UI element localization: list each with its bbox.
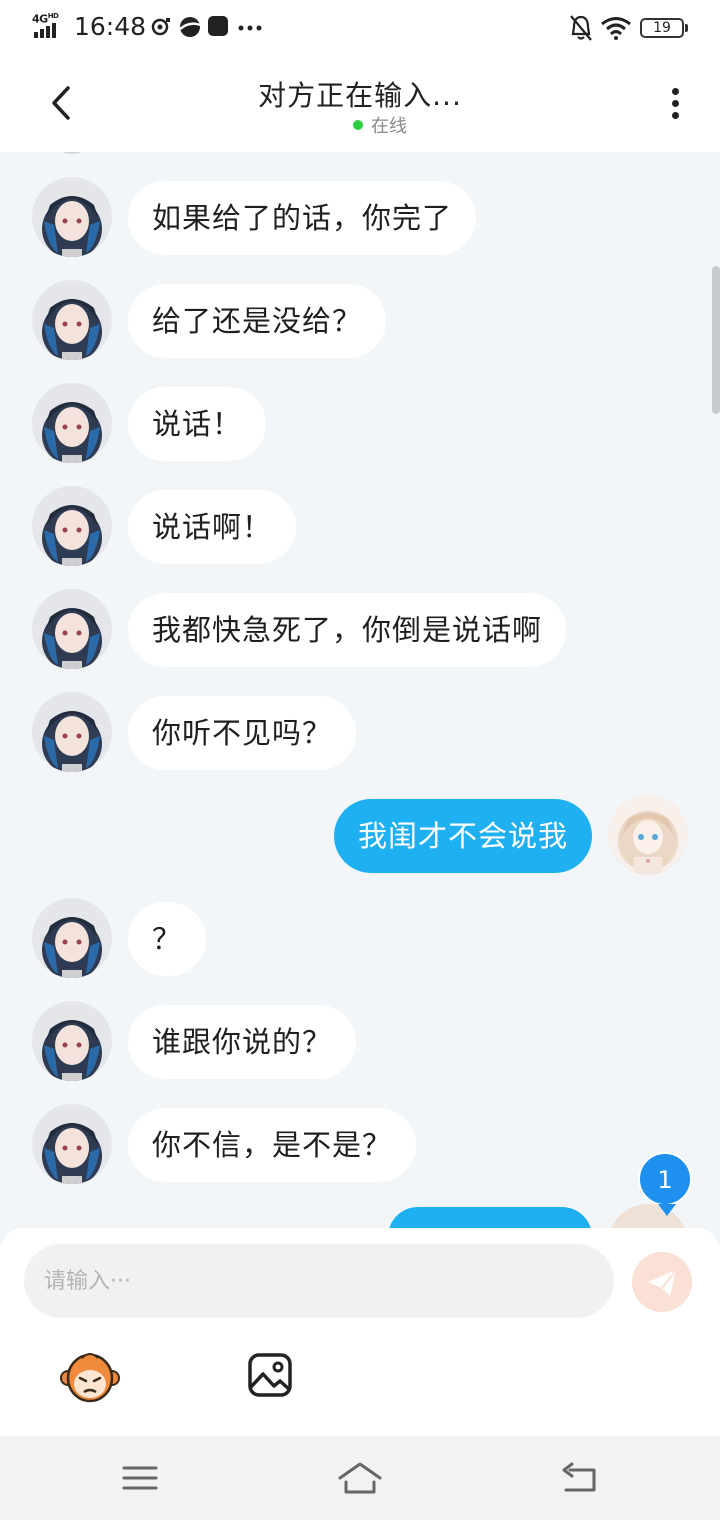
battery-icon: 19: [640, 18, 688, 38]
back-icon[interactable]: [558, 1458, 602, 1498]
contact-avatar[interactable]: [32, 177, 112, 257]
message-row: 谁跟你说的？: [0, 1001, 720, 1081]
message-row: 说话！: [0, 383, 720, 463]
contact-avatar[interactable]: [32, 486, 112, 566]
monkey-emoji-icon[interactable]: [60, 1348, 120, 1404]
chat-header: 对方正在输入... 在线: [0, 58, 720, 152]
message-row: 你听不见吗？: [0, 692, 720, 772]
app-square-icon: [208, 16, 228, 36]
message-bubble[interactable]: 你不信，是不是？: [128, 1108, 417, 1182]
message-bubble[interactable]: 你听不见吗？: [128, 696, 357, 770]
online-dot-icon: [353, 120, 363, 130]
message-bubble[interactable]: 如果给了的话，你完了: [128, 181, 477, 255]
contact-avatar[interactable]: [32, 280, 112, 360]
message-bubble[interactable]: 说话啊！: [128, 490, 297, 564]
status-bar: 4GHD 16:48 19: [0, 0, 720, 58]
clock: 16:48: [74, 12, 147, 41]
planet-app-icon: [179, 17, 201, 37]
menu-icon[interactable]: [118, 1458, 162, 1498]
message-bubble[interactable]: 谁跟你说的？: [128, 1005, 357, 1079]
message-bubble[interactable]: 我都快急死了，你倒是说话啊: [128, 593, 567, 667]
message-bubble[interactable]: 给了还是没给？: [128, 284, 387, 358]
more-notifications-icon: [238, 25, 262, 31]
contact-avatar[interactable]: [32, 898, 112, 978]
notification-app-icon: [151, 18, 170, 36]
contact-avatar[interactable]: [32, 1001, 112, 1081]
message-bubble[interactable]: 我闺才不会说我: [333, 799, 592, 873]
send-button[interactable]: [632, 1252, 692, 1312]
unread-count-badge[interactable]: 1: [638, 1152, 692, 1216]
mute-bell-icon: [570, 15, 592, 41]
message-list[interactable]: 如果给了的话，你完了 给了还是没给？ 说话！ 说话啊！ 我都快急死了，你倒是说话…: [0, 152, 720, 1228]
message-input[interactable]: [24, 1244, 614, 1318]
send-plane-icon: [648, 1269, 677, 1296]
message-row: ？: [0, 898, 720, 978]
message-bubble[interactable]: ？: [128, 902, 207, 976]
image-icon[interactable]: [247, 1352, 293, 1398]
message-row: 我都快急死了，你倒是说话啊: [0, 589, 720, 669]
signal-icon: 4GHD: [32, 12, 68, 42]
my-avatar[interactable]: [608, 795, 688, 875]
message-row: 我闺才不会说我: [0, 795, 720, 875]
message-row: 给了还是没给？: [0, 280, 720, 360]
system-nav-bar: [0, 1436, 720, 1520]
typing-status-title: 对方正在输入...: [258, 79, 462, 112]
input-panel: [0, 1228, 720, 1436]
message-bubble[interactable]: [388, 1207, 592, 1228]
message-row: 如果给了的话，你完了: [0, 177, 720, 257]
contact-avatar[interactable]: [32, 1104, 112, 1184]
message-bubble[interactable]: 说话！: [128, 387, 267, 461]
home-icon[interactable]: [336, 1458, 384, 1498]
online-status-label: 在线: [371, 116, 407, 137]
avatar: [52, 152, 92, 154]
contact-avatar[interactable]: [32, 589, 112, 669]
online-status: 在线: [0, 112, 720, 138]
contact-avatar[interactable]: [32, 383, 112, 463]
more-vertical-icon[interactable]: [660, 84, 690, 124]
my-avatar[interactable]: [608, 1204, 688, 1228]
message-row: 说话啊！: [0, 486, 720, 566]
contact-avatar[interactable]: [32, 692, 112, 772]
message-row: 你不信，是不是？: [0, 1104, 720, 1184]
wifi-icon: [601, 17, 631, 40]
